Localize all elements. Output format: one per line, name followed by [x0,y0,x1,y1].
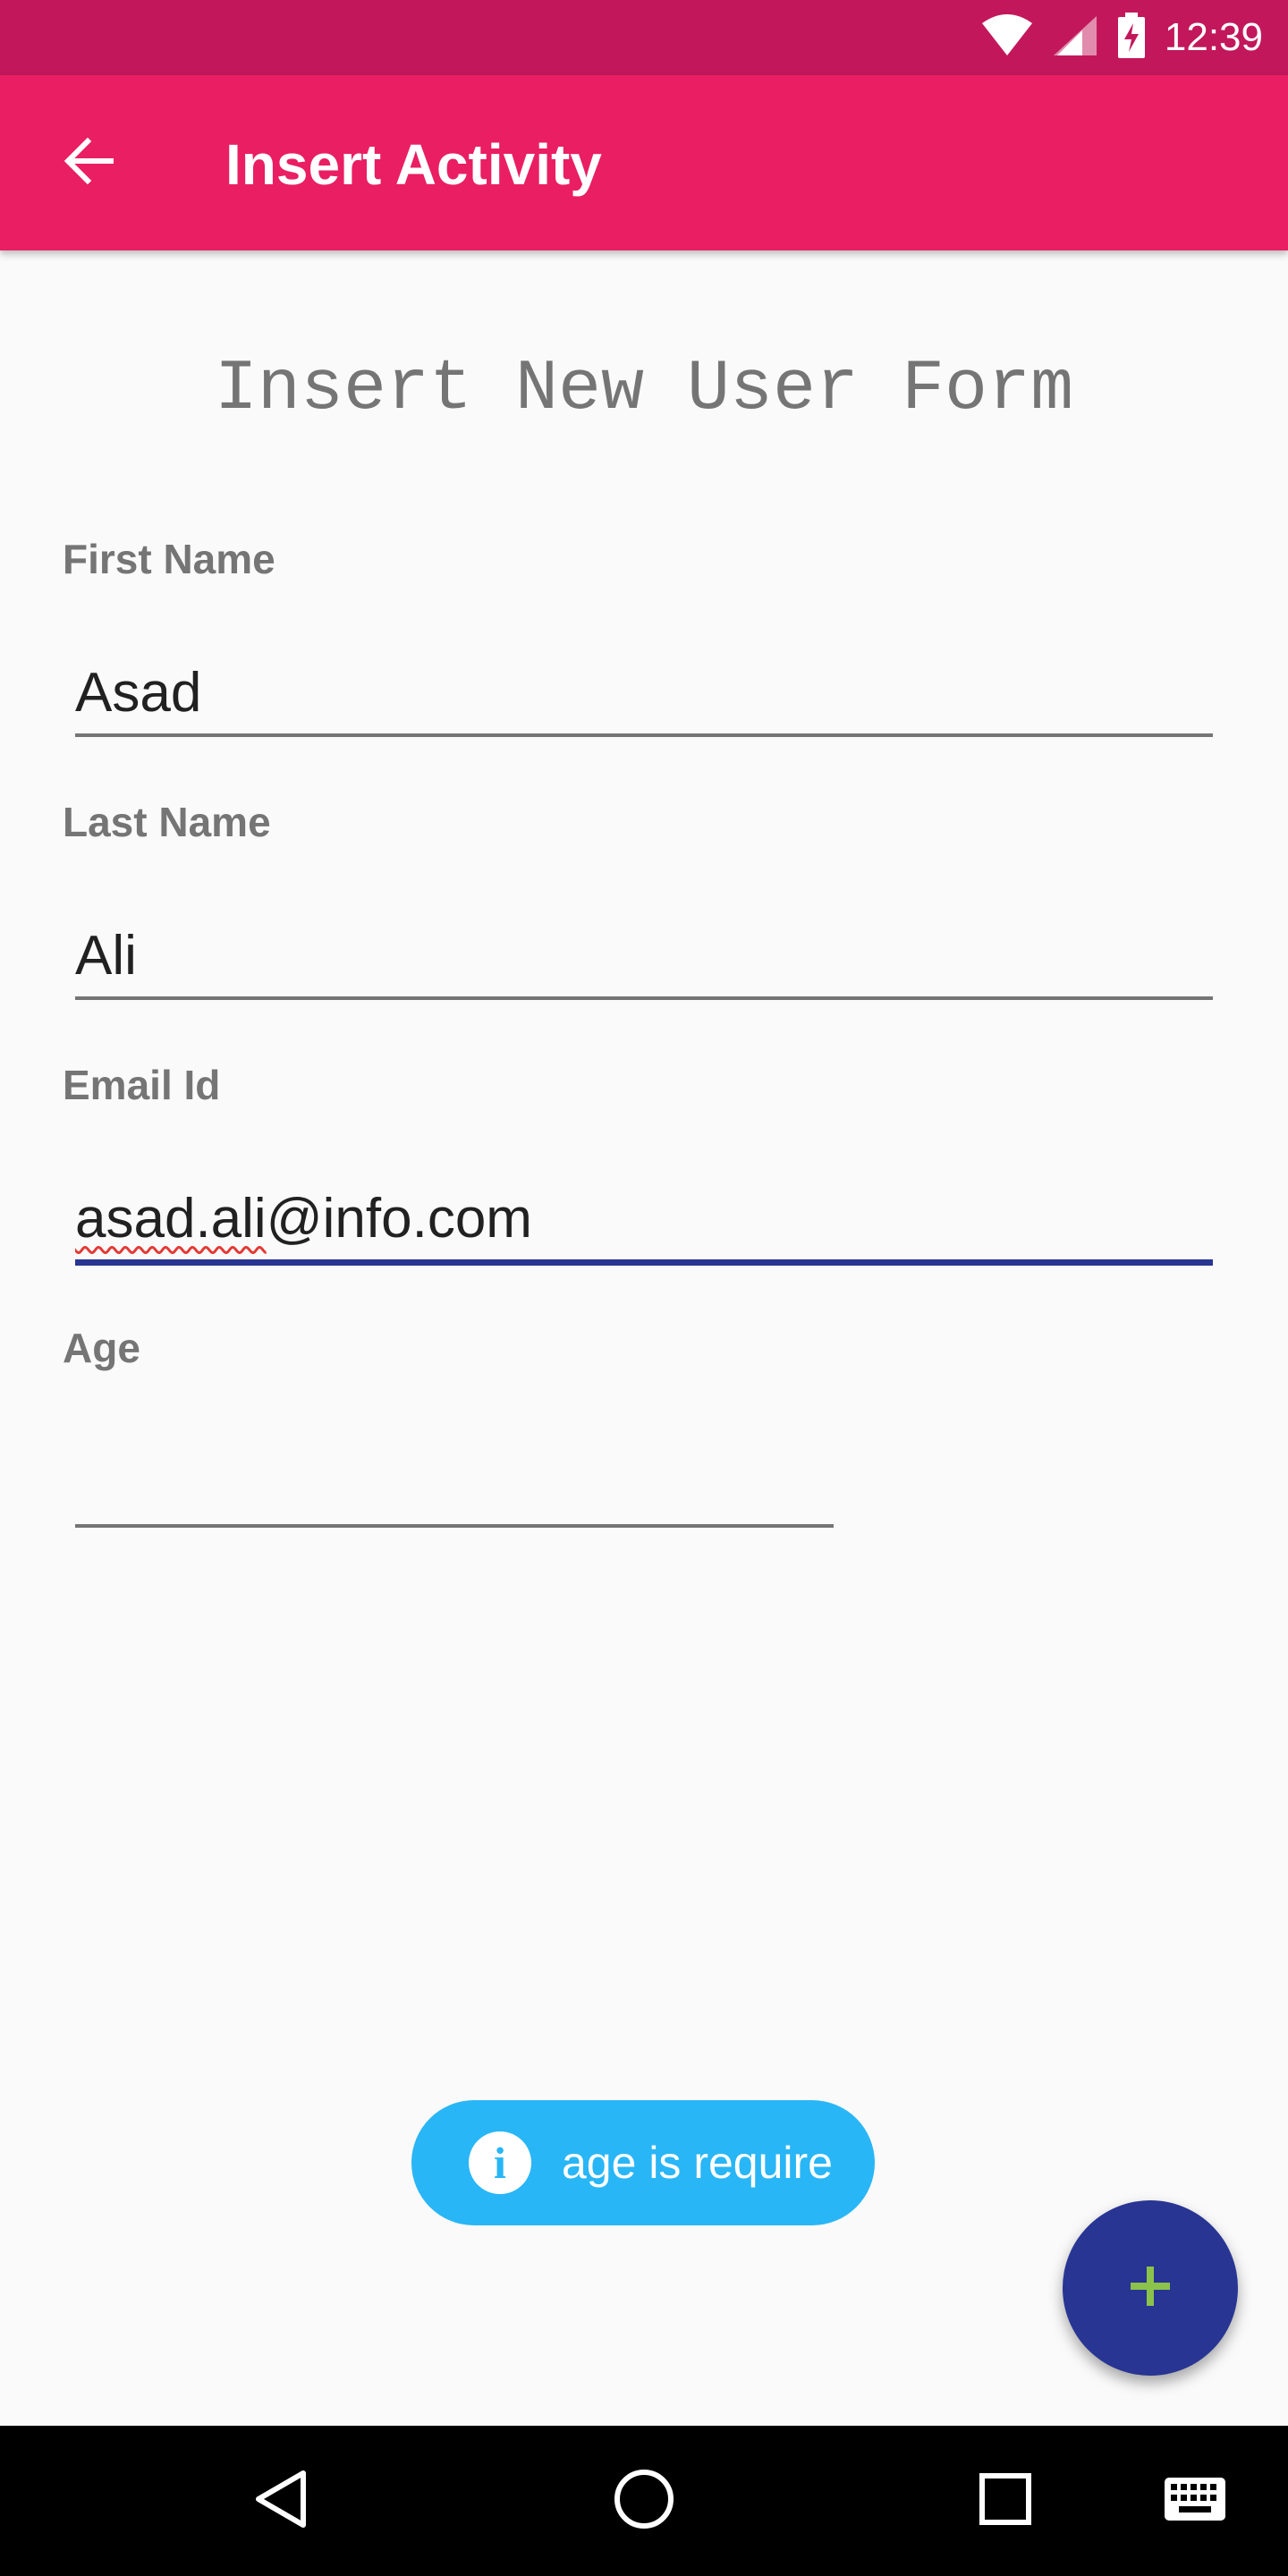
email-field[interactable]: asad.ali@info.com [75,1170,1213,1266]
back-button[interactable] [50,123,129,202]
form-title: Insert New User Form [214,349,1074,430]
last-name-value: Ali [75,925,137,987]
email-label: Email Id [63,1062,221,1108]
nav-home-button[interactable] [599,2456,689,2546]
first-name-field[interactable]: Asad [75,644,1213,737]
app-title: Insert Activity [225,132,602,197]
recents-square-icon [977,2470,1034,2532]
toast: i age is require [411,2100,875,2225]
app-bar: Insert Activity [0,75,1288,250]
status-bar: 12:39 [0,0,1288,75]
battery-charging-icon [1116,12,1147,64]
status-icons: 12:39 [980,0,1263,75]
first-name-label: First Name [63,536,275,582]
status-time: 12:39 [1164,15,1263,59]
age-label: Age [63,1325,140,1371]
back-triangle-icon [251,2468,314,2535]
nav-keyboard-button[interactable] [1150,2456,1240,2546]
info-icon: i [469,2131,531,2194]
last-name-label: Last Name [63,799,271,845]
nav-recents-button[interactable] [961,2456,1050,2546]
home-circle-icon [612,2467,676,2536]
email-value: asad.ali@info.com [75,1187,532,1250]
signal-icon [1052,14,1098,62]
age-field[interactable] [75,1435,834,1528]
toast-message: age is require [562,2138,833,2188]
last-name-field[interactable]: Ali [75,907,1213,1000]
nav-back-button[interactable] [238,2456,327,2546]
plus-icon [1125,2261,1175,2316]
arrow-back-icon [63,134,116,192]
first-name-value: Asad [75,662,202,724]
add-fab-button[interactable] [1063,2200,1238,2376]
email-value-misspelled: asad.ali [75,1188,267,1250]
email-value-domain: @info.com [266,1188,532,1250]
keyboard-icon [1163,2476,1227,2527]
wifi-icon [980,13,1034,62]
navigation-bar [0,2426,1288,2576]
